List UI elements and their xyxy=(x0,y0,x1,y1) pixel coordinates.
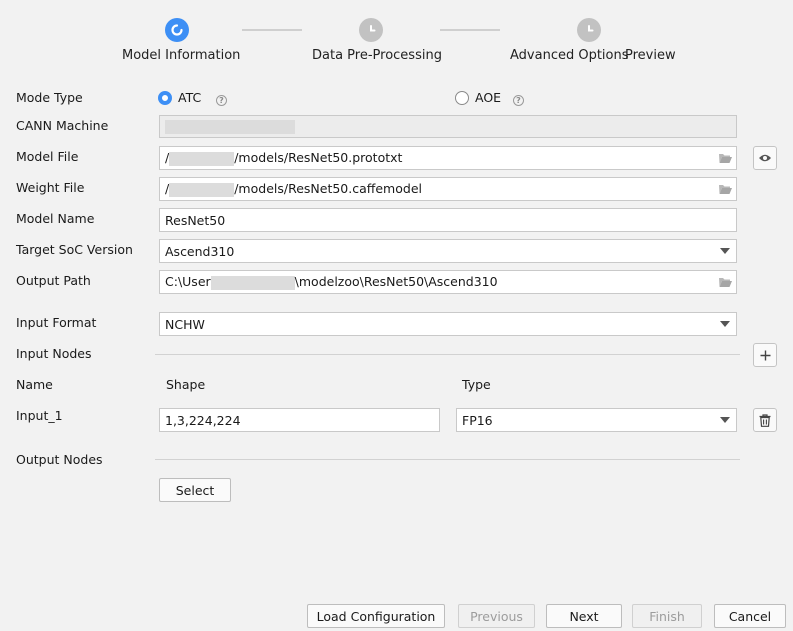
input-format-value: NCHW xyxy=(165,316,205,332)
column-header-name: Name xyxy=(16,377,53,392)
delete-input-node-button[interactable] xyxy=(753,408,777,432)
step-label-advanced-options[interactable]: Advanced Options xyxy=(510,48,629,63)
input-node-type-value: FP16 xyxy=(462,412,493,428)
output-path-prefix: C:\User xyxy=(165,274,211,290)
output-nodes-divider xyxy=(155,459,740,460)
folder-open-icon[interactable] xyxy=(714,152,736,164)
target-soc-version-label: Target SoC Version xyxy=(16,242,133,257)
mode-type-label: Mode Type xyxy=(16,90,83,105)
input-node-name: Input_1 xyxy=(16,408,63,423)
input-nodes-label: Input Nodes xyxy=(16,346,92,361)
output-nodes-label: Output Nodes xyxy=(16,452,103,467)
redacted-value xyxy=(165,119,295,134)
cann-machine-field[interactable] xyxy=(159,115,737,138)
folder-open-icon[interactable] xyxy=(714,276,736,288)
cann-machine-label: CANN Machine xyxy=(16,118,109,133)
weight-file-input[interactable]: //models/ResNet50.caffemodel xyxy=(159,177,737,201)
eye-icon xyxy=(759,154,771,162)
atc-radio-label[interactable]: ATC xyxy=(178,90,201,105)
preview-model-eye-button[interactable] xyxy=(753,146,777,170)
model-file-input[interactable]: //models/ResNet50.prototxt xyxy=(159,146,737,170)
input-nodes-divider xyxy=(155,354,740,355)
target-soc-version-select[interactable]: Ascend310 xyxy=(159,239,737,263)
redacted-value xyxy=(169,182,235,197)
model-file-value: /models/ResNet50.prototxt xyxy=(234,150,403,166)
output-path-input[interactable]: C:\User \modelzoo\ResNet50\Ascend310 xyxy=(159,270,737,294)
redacted-value xyxy=(210,275,295,290)
step-model-information-icon xyxy=(165,18,189,42)
aoe-radio-label[interactable]: AOE xyxy=(475,90,501,105)
weight-file-value: /models/ResNet50.caffemodel xyxy=(234,181,422,197)
cancel-button[interactable]: Cancel xyxy=(714,604,786,628)
step-label-preview[interactable]: Preview xyxy=(625,48,676,63)
target-soc-version-value: Ascend310 xyxy=(165,243,235,259)
input-node-shape-value: 1,3,224,224 xyxy=(165,412,241,428)
input-node-shape-input[interactable]: 1,3,224,224 xyxy=(159,408,440,432)
model-name-input[interactable]: ResNet50 xyxy=(159,208,737,232)
column-header-type: Type xyxy=(462,377,491,392)
weight-file-label: Weight File xyxy=(16,180,85,195)
stepper-connector xyxy=(440,29,500,31)
select-output-nodes-button[interactable]: Select xyxy=(159,478,231,502)
output-path-label: Output Path xyxy=(16,273,91,288)
redacted-value xyxy=(169,151,235,166)
stepper-connector xyxy=(242,29,302,31)
plus-icon xyxy=(760,350,770,360)
atc-radio[interactable] xyxy=(158,91,172,105)
previous-button[interactable]: Previous xyxy=(458,604,535,628)
step-label-data-preprocessing[interactable]: Data Pre-Processing xyxy=(312,48,442,63)
aoe-radio[interactable] xyxy=(455,91,469,105)
column-header-shape: Shape xyxy=(166,377,206,392)
chevron-down-icon xyxy=(714,248,736,254)
folder-open-icon[interactable] xyxy=(714,183,736,195)
chevron-down-icon xyxy=(714,417,736,423)
aoe-help-icon[interactable]: ? xyxy=(513,95,524,106)
input-format-label: Input Format xyxy=(16,315,97,330)
finish-button[interactable]: Finish xyxy=(632,604,702,628)
load-configuration-button[interactable]: Load Configuration xyxy=(307,604,445,628)
add-input-node-button[interactable] xyxy=(753,343,777,367)
model-name-value: ResNet50 xyxy=(165,212,226,228)
trash-icon xyxy=(759,413,771,427)
step-advanced-options-clock-icon xyxy=(577,18,601,42)
chevron-down-icon xyxy=(714,321,736,327)
atc-help-icon[interactable]: ? xyxy=(216,95,227,106)
model-name-label: Model Name xyxy=(16,211,95,226)
step-label-model-information[interactable]: Model Information xyxy=(122,48,240,63)
input-node-type-select[interactable]: FP16 xyxy=(456,408,737,432)
input-format-select[interactable]: NCHW xyxy=(159,312,737,336)
step-data-preprocessing-clock-icon xyxy=(359,18,383,42)
output-path-value: \modelzoo\ResNet50\Ascend310 xyxy=(294,274,498,290)
model-file-label: Model File xyxy=(16,149,79,164)
next-button[interactable]: Next xyxy=(546,604,622,628)
